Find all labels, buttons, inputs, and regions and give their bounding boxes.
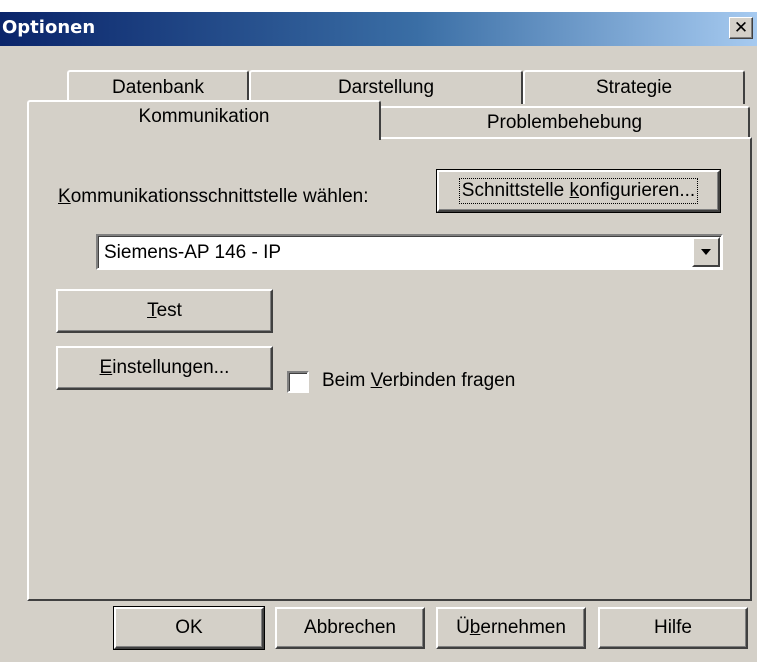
- options-dialog: Optionen ✕ Datenbank Darstellung Strateg…: [0, 12, 757, 662]
- tab-label: Datenbank: [112, 77, 204, 98]
- cancel-button[interactable]: Abbrechen: [275, 607, 425, 649]
- tab-label: Strategie: [595, 77, 673, 98]
- test-button[interactable]: Test: [56, 289, 273, 333]
- tab-label: Kommunikation: [138, 106, 270, 127]
- settings-button[interactable]: Einstellungen...: [56, 346, 273, 390]
- tab-darstellung[interactable]: Darstellung: [249, 70, 523, 104]
- tab-datenbank[interactable]: Datenbank: [67, 70, 249, 104]
- tab-problembehebung[interactable]: Problembehebung: [379, 106, 750, 138]
- ok-button[interactable]: OK: [113, 606, 265, 650]
- help-button-label: Hilfe: [653, 617, 692, 638]
- ok-button-label: OK: [175, 617, 203, 638]
- test-button-label: Test: [147, 300, 182, 321]
- ask-on-connect-checkbox[interactable]: [287, 371, 309, 393]
- tab-kommunikation[interactable]: Kommunikation: [27, 100, 381, 140]
- tab-label: Problembehebung: [486, 112, 643, 133]
- cancel-button-label: Abbrechen: [304, 617, 396, 638]
- apply-button[interactable]: Übernehmen: [436, 607, 586, 649]
- close-button[interactable]: ✕: [729, 17, 753, 39]
- tab-label: Darstellung: [337, 77, 435, 98]
- tab-strategie[interactable]: Strategie: [523, 70, 745, 104]
- interface-select[interactable]: Siemens-AP 146 - IP: [96, 234, 723, 270]
- help-button[interactable]: Hilfe: [598, 607, 748, 649]
- interface-label: Kommunikationsschnittstelle wählen:: [58, 186, 369, 207]
- configure-button-label: Schnittstelle konfigurieren...: [458, 178, 699, 204]
- settings-button-label: Einstellungen...: [99, 357, 230, 378]
- dialog-title: Optionen: [2, 17, 96, 38]
- chevron-down-icon: [701, 249, 711, 255]
- interface-select-value: Siemens-AP 146 - IP: [104, 242, 282, 263]
- close-icon: ✕: [733, 17, 749, 38]
- configure-interface-button[interactable]: Schnittstelle konfigurieren...: [436, 169, 721, 213]
- ask-on-connect-label[interactable]: Beim Verbinden fragen: [322, 370, 515, 392]
- dropdown-button[interactable]: [692, 237, 720, 267]
- apply-button-label: Übernehmen: [456, 617, 566, 638]
- title-bar[interactable]: Optionen ✕: [0, 12, 757, 46]
